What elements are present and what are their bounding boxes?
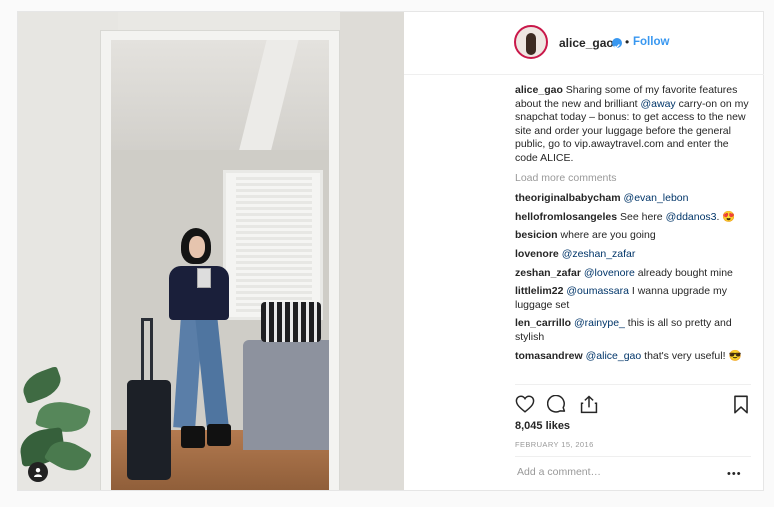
comment-item: besicion where are you going: [515, 229, 751, 243]
post-date[interactable]: FEBRUARY 15, 2016: [515, 440, 594, 449]
suitcase: [127, 380, 171, 480]
comment-mention[interactable]: @alice_gao: [586, 350, 642, 362]
caption-mention[interactable]: @away: [641, 98, 676, 110]
window: [223, 170, 323, 320]
ceiling: [111, 40, 329, 150]
avatar[interactable]: [514, 25, 548, 59]
comment-icon[interactable]: [546, 394, 567, 419]
comment-text: See here: [620, 210, 666, 223]
boot-right: [207, 424, 231, 446]
comment-item: lovenore @zeshan_zafar: [515, 248, 751, 262]
caption: alice_gao Sharing some of my favorite fe…: [515, 84, 751, 166]
comment-username[interactable]: tomasandrew: [515, 350, 583, 362]
comment-username[interactable]: besicion: [515, 229, 558, 241]
comment-text: already bought mine: [634, 266, 733, 279]
photo-wall-right: [340, 12, 404, 490]
post-header: alice_gao • Follow: [404, 12, 764, 75]
bed: [243, 340, 329, 450]
header-username[interactable]: alice_gao: [559, 36, 614, 50]
comment-mention[interactable]: @evan_lebon: [624, 192, 689, 204]
comment-text: where are you going: [560, 229, 656, 242]
suitcase-handle: [141, 318, 153, 382]
comment-item: littlelim22 @oumassara I wanna upgrade m…: [515, 285, 751, 312]
comment-item: len_carrillo @rainype_ this is all so pr…: [515, 317, 751, 344]
comment-item: hellofromlosangeles See here @ddanos3. 😍: [515, 211, 751, 225]
header-separator: •: [625, 35, 630, 49]
comment-item: zeshan_zafar @lovenore already bought mi…: [515, 267, 751, 281]
plant: [18, 352, 96, 479]
post-card: alice_gao • Follow alice_gao Sharing som…: [17, 11, 764, 491]
comment-text: that's very useful! 😎: [641, 349, 742, 362]
comment-text: . 😍: [716, 210, 736, 223]
comment-username[interactable]: hellofromlosangeles: [515, 211, 617, 223]
mirror-reflection: [111, 40, 329, 490]
comment-item: theoriginalbabycham @evan_lebon: [515, 192, 751, 206]
person-face: [189, 236, 205, 258]
comment-item: tomasandrew @alice_gao that's very usefu…: [515, 350, 751, 364]
follow-button[interactable]: Follow: [633, 36, 669, 48]
comment-username[interactable]: theoriginalbabycham: [515, 192, 621, 204]
bookmark-icon[interactable]: [733, 395, 749, 419]
comment-mention[interactable]: @ddanos3: [666, 211, 717, 223]
comment-username[interactable]: littlelim22: [515, 285, 563, 297]
share-icon[interactable]: [579, 395, 599, 419]
comment-mention[interactable]: @rainype_: [574, 317, 625, 329]
comment-username[interactable]: lovenore: [515, 248, 559, 260]
comment-mention[interactable]: @zeshan_zafar: [562, 248, 636, 260]
comments-list: alice_gao Sharing some of my favorite fe…: [515, 84, 751, 384]
post-photo[interactable]: [18, 12, 404, 490]
heart-icon[interactable]: [515, 395, 535, 418]
striped-pillow: [261, 302, 321, 342]
verified-icon: [612, 38, 622, 49]
boot-left: [181, 426, 205, 448]
comment-mention[interactable]: @lovenore: [584, 267, 635, 279]
add-comment-bar: •••: [515, 456, 751, 489]
caption-username[interactable]: alice_gao: [515, 84, 563, 96]
tag-user-icon[interactable]: [28, 462, 48, 482]
load-more-comments[interactable]: Load more comments: [515, 172, 751, 186]
action-bar: [515, 384, 751, 415]
comment-username[interactable]: len_carrillo: [515, 317, 571, 329]
likes-count[interactable]: 8,045 likes: [515, 420, 570, 432]
phone: [197, 268, 211, 288]
comment-username[interactable]: zeshan_zafar: [515, 267, 581, 279]
add-comment-input[interactable]: [515, 465, 719, 479]
window-blind: [236, 177, 312, 313]
post-side-panel: alice_gao • Follow alice_gao Sharing som…: [404, 12, 764, 490]
more-options-button[interactable]: •••: [727, 469, 742, 480]
comment-mention[interactable]: @oumassara: [566, 285, 629, 297]
